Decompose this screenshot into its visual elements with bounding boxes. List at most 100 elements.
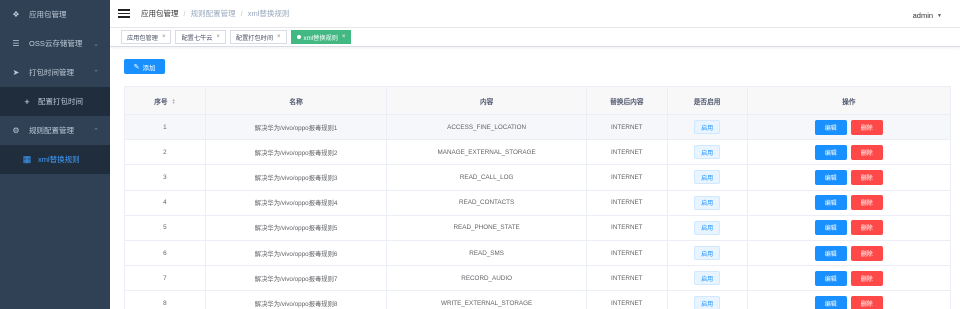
sidebar-subitem-xml-rule[interactable]: ▦ xml替换规则 [0,145,110,174]
status-badge: 启用 [694,170,721,185]
cell-actions: 编辑 删除 [748,266,951,290]
cell-replace: INTERNET [587,115,668,140]
cell-name: 解决华为/vivo/oppo报毒规则7 [206,266,388,291]
delete-button[interactable]: 删除 [850,195,883,211]
tag-xml-rule[interactable]: xml替换规则 × [290,30,352,44]
cell-replace: INTERNET [587,140,668,165]
cell-content: READ_CONTACTS [387,190,587,215]
column-header-enabled: 是否启用 [668,87,748,114]
username: admin [912,11,934,20]
table-row: 3 解决华为/vivo/oppo报毒规则3 READ_CALL_LOG INTERNE… [125,165,950,191]
delete-button[interactable]: 删除 [850,220,883,236]
edit-button[interactable]: 编辑 [814,119,847,135]
edit-button[interactable]: 编辑 [814,169,847,185]
edit-button[interactable]: 编辑 [814,144,847,160]
cell-no: 2 [125,140,206,165]
add-button[interactable]: ✎ 添加 [124,59,165,74]
cell-no: 4 [125,190,206,215]
tag-qiniu[interactable]: 配置七牛云 × [175,30,226,44]
breadcrumb-item: xml替换规则 [247,9,290,18]
plus-icon: + [24,96,30,107]
column-header-actions: 操作 [842,98,856,106]
column-header-no[interactable]: 序号 ▲ ▼ [125,87,206,114]
close-icon[interactable]: × [162,34,166,40]
cell-content: RECORD_AUDIO [387,266,587,291]
breadcrumb-item[interactable]: 应用包管理 [141,8,179,19]
table-row: 5 解决华为/vivo/oppo报毒规则5 READ_PHONE_STATE INTE… [125,215,951,241]
cell-enabled: 启用 [668,291,748,309]
delete-button[interactable]: 删除 [850,169,883,185]
user-dropdown[interactable]: admin ▼ [913,11,942,20]
cell-name: 解决华为/vivo/oppo报毒规则2 [206,140,388,165]
cell-replace: INTERNET [587,215,668,240]
breadcrumb-separator: / [183,9,186,18]
close-icon[interactable]: × [216,34,220,40]
cell-actions: 编辑 删除 [748,140,951,164]
header-label: 序号 [154,98,168,106]
tag-label: 配置打包时间 [235,34,274,42]
cell-replace: INTERNET [587,240,668,266]
cell-content: READ_PHONE_STATE [387,215,587,240]
delete-button[interactable]: 删除 [850,119,883,135]
edit-button[interactable]: 编辑 [814,295,847,309]
sidebar-subitem-config-pack-time[interactable]: + 配置打包时间 [0,87,110,116]
tag-app-package[interactable]: 应用包管理 × [121,30,172,44]
cell-content: READ_CALL_LOG [387,165,587,190]
list-icon: ☰ [12,39,20,48]
status-badge: 启用 [694,120,721,135]
cell-content: MANAGE_EXTERNAL_STORAGE [387,140,587,165]
sidebar-item-oss[interactable]: ☰ OSS云存储管理 ⌄ [0,29,110,58]
delete-button[interactable]: 删除 [850,270,883,286]
sidebar-item-rule-config[interactable]: ⚙ 规则配置管理 ⌃ [0,116,110,145]
tag-label: xml替换规则 [303,34,338,42]
table-row: 2 解决华为/vivo/oppo报毒规则2 MANAGE_EXTERNAL_STOR… [125,140,951,166]
close-icon[interactable]: × [342,34,346,40]
navbar: 应用包管理 / 规则配置管理 / xml替换规则 admin ▼ [110,0,960,28]
cell-replace: INTERNET [587,291,668,309]
edit-button[interactable]: 编辑 [814,220,847,236]
table-row: 6 解决华为/vivo/oppo报毒规则6 READ_SMS INTERNET 启用 编辑… [125,240,950,267]
cell-no: 3 [125,165,206,190]
cell-content: READ_SMS [387,240,587,266]
sidebar-item-pack-time[interactable]: ➤ 打包时间管理 ⌃ [0,58,110,87]
sidebar-item-label: 应用包管理 [29,10,67,19]
edit-button[interactable]: 编辑 [814,245,847,261]
hamburger-icon[interactable] [118,9,130,18]
cell-enabled: 启用 [668,190,748,215]
tag-pack-time[interactable]: 配置打包时间 × [229,30,287,44]
delete-button[interactable]: 删除 [850,245,883,261]
gear-icon: ⚙ [12,126,20,135]
cell-content: WRITE_EXTERNAL_STORAGE [387,291,587,309]
cell-no: 7 [125,266,206,291]
edit-button[interactable]: 编辑 [814,195,847,211]
status-badge: 启用 [694,145,721,160]
cell-no: 5 [125,215,206,240]
sidebar-item-label: OSS云存储管理 [29,39,83,48]
sidebar-item-label: 规则配置管理 [29,126,74,135]
delete-button[interactable]: 删除 [850,144,883,160]
cell-no: 6 [125,240,206,266]
status-badge: 启用 [694,271,721,286]
edit-button[interactable]: 编辑 [814,270,847,286]
cell-no: 1 [125,115,206,140]
cell-enabled: 启用 [668,140,748,165]
delete-button[interactable]: 删除 [850,295,883,309]
cell-actions: 编辑 删除 [748,291,951,309]
sidebar: ❖ 应用包管理 ☰ OSS云存储管理 ⌄ ➤ 打包时间管理 ⌃ + 配置打包时间… [0,0,110,309]
cell-enabled: 启用 [668,215,748,240]
chevron-down-icon: ⌄ [93,40,99,48]
table-row: 1 解决华为/vivo/oppo报毒规则1 ACCESS_FINE_LOCATION… [125,115,950,141]
cell-enabled: 启用 [668,240,748,266]
column-header-content: 内容 [387,87,587,114]
table-row: 8 解决华为/vivo/oppo报毒规则8 WRITE_EXTERNAL_STORA… [125,291,950,309]
cell-name: 解决华为/vivo/oppo报毒规则6 [206,240,388,266]
cell-no: 8 [125,291,206,309]
sidebar-item-app-package[interactable]: ❖ 应用包管理 [0,0,110,29]
sort-icon[interactable]: ▲ ▼ [172,97,176,104]
cell-actions: 编辑 删除 [748,191,951,215]
sidebar-item-label: 打包时间管理 [29,68,74,77]
chevron-up-icon: ⌃ [93,69,99,77]
close-icon[interactable]: × [277,34,281,40]
pencil-icon: ✎ [133,63,140,71]
cell-actions: 编辑 删除 [748,216,951,240]
